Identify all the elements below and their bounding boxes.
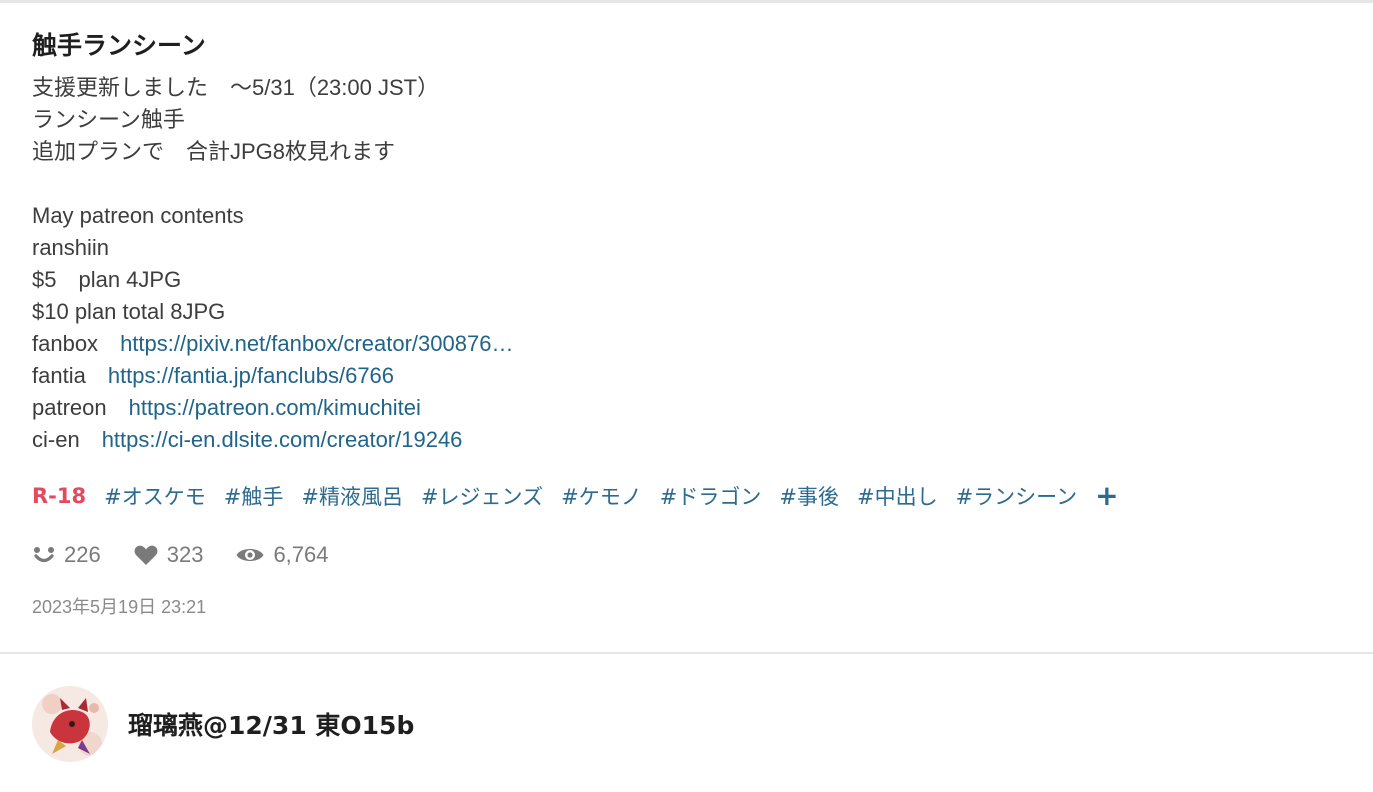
author-name[interactable]: 瑠璃燕@12/31 東O15b bbox=[128, 706, 414, 742]
likes-count: 323 bbox=[166, 542, 204, 567]
link-row-ci-en: ci-en https://ci-en.dlsite.com/creator/1… bbox=[32, 424, 1332, 456]
ci-en-link[interactable]: https://ci-en.dlsite.com/creator/19246 bbox=[102, 427, 463, 452]
fantia-link[interactable]: https://fantia.jp/fanclubs/6766 bbox=[108, 363, 394, 388]
views-count: 6,764 bbox=[273, 542, 329, 567]
post-stats: 226 323 6,764 bbox=[32, 540, 1332, 570]
caption-line: ranshiin bbox=[32, 235, 110, 260]
tag-item[interactable]: #ランシーン bbox=[956, 481, 1078, 511]
link-row-fantia: fantia https://fantia.jp/fanclubs/6766 bbox=[32, 360, 1332, 392]
tag-item[interactable]: #触手 bbox=[224, 481, 284, 511]
caption-line: $5 plan 4JPG bbox=[32, 267, 182, 292]
post-title: 触手ランシーン bbox=[32, 31, 206, 60]
tag-item[interactable]: #中出し bbox=[857, 481, 938, 511]
caption-line: $10 plan total 8JPG bbox=[32, 299, 226, 324]
tag-item[interactable]: #オスケモ bbox=[104, 481, 206, 511]
caption-line: 追加プランで 合計JPG8枚見れます bbox=[32, 139, 396, 164]
link-label: fanbox bbox=[32, 331, 121, 356]
tag-item[interactable]: #レジェンズ bbox=[421, 481, 543, 511]
patreon-link[interactable]: https://patreon.com/kimuchitei bbox=[129, 395, 421, 420]
section-divider bbox=[0, 652, 1373, 654]
eye-icon bbox=[236, 549, 264, 561]
author-row[interactable]: 瑠璃燕@12/31 東O15b bbox=[32, 686, 414, 762]
tag-item[interactable]: #ドラゴン bbox=[660, 481, 762, 511]
tag-item[interactable]: #事後 bbox=[779, 481, 839, 511]
caption-line: 支援更新しました ～5/31（23:00 JST） bbox=[32, 75, 440, 100]
likes-stat[interactable]: 323 bbox=[133, 542, 204, 568]
rating-badge[interactable]: R-18 bbox=[32, 484, 86, 508]
link-row-patreon: patreon https://patreon.com/kimuchitei bbox=[32, 392, 1332, 424]
post-caption: 支援更新しました ～5/31（23:00 JST） ランシーン触手 追加プランで… bbox=[32, 72, 1332, 456]
heart-icon bbox=[134, 545, 158, 565]
link-label: fantia bbox=[32, 363, 108, 388]
views-stat: 6,764 bbox=[235, 542, 329, 568]
caption-line: May patreon contents bbox=[32, 203, 244, 228]
caption-line: ランシーン触手 bbox=[32, 107, 185, 132]
reactions-count: 226 bbox=[64, 542, 101, 567]
post-detail: 触手ランシーン 支援更新しました ～5/31（23:00 JST） ランシーン触… bbox=[32, 28, 1332, 620]
smile-icon bbox=[34, 547, 54, 563]
tag-item[interactable]: #ケモノ bbox=[561, 481, 642, 511]
tag-item[interactable]: #精液風呂 bbox=[301, 481, 403, 511]
post-date: 2023年5月19日 23:21 bbox=[32, 597, 207, 617]
fanbox-link[interactable]: https://pixiv.net/fanbox/creator/300876… bbox=[120, 331, 513, 356]
link-label: ci-en bbox=[32, 427, 102, 452]
avatar[interactable] bbox=[32, 686, 108, 762]
avatar-image bbox=[32, 686, 108, 762]
top-divider bbox=[0, 0, 1373, 3]
link-label: patreon bbox=[32, 395, 129, 420]
reactions-stat[interactable]: 226 bbox=[32, 542, 101, 568]
plus-icon[interactable]: + bbox=[1095, 482, 1118, 510]
tag-list: R-18 #オスケモ #触手 #精液風呂 #レジェンズ #ケモノ #ドラゴン #… bbox=[32, 480, 1332, 512]
link-row-fanbox: fanbox https://pixiv.net/fanbox/creator/… bbox=[32, 328, 1332, 360]
